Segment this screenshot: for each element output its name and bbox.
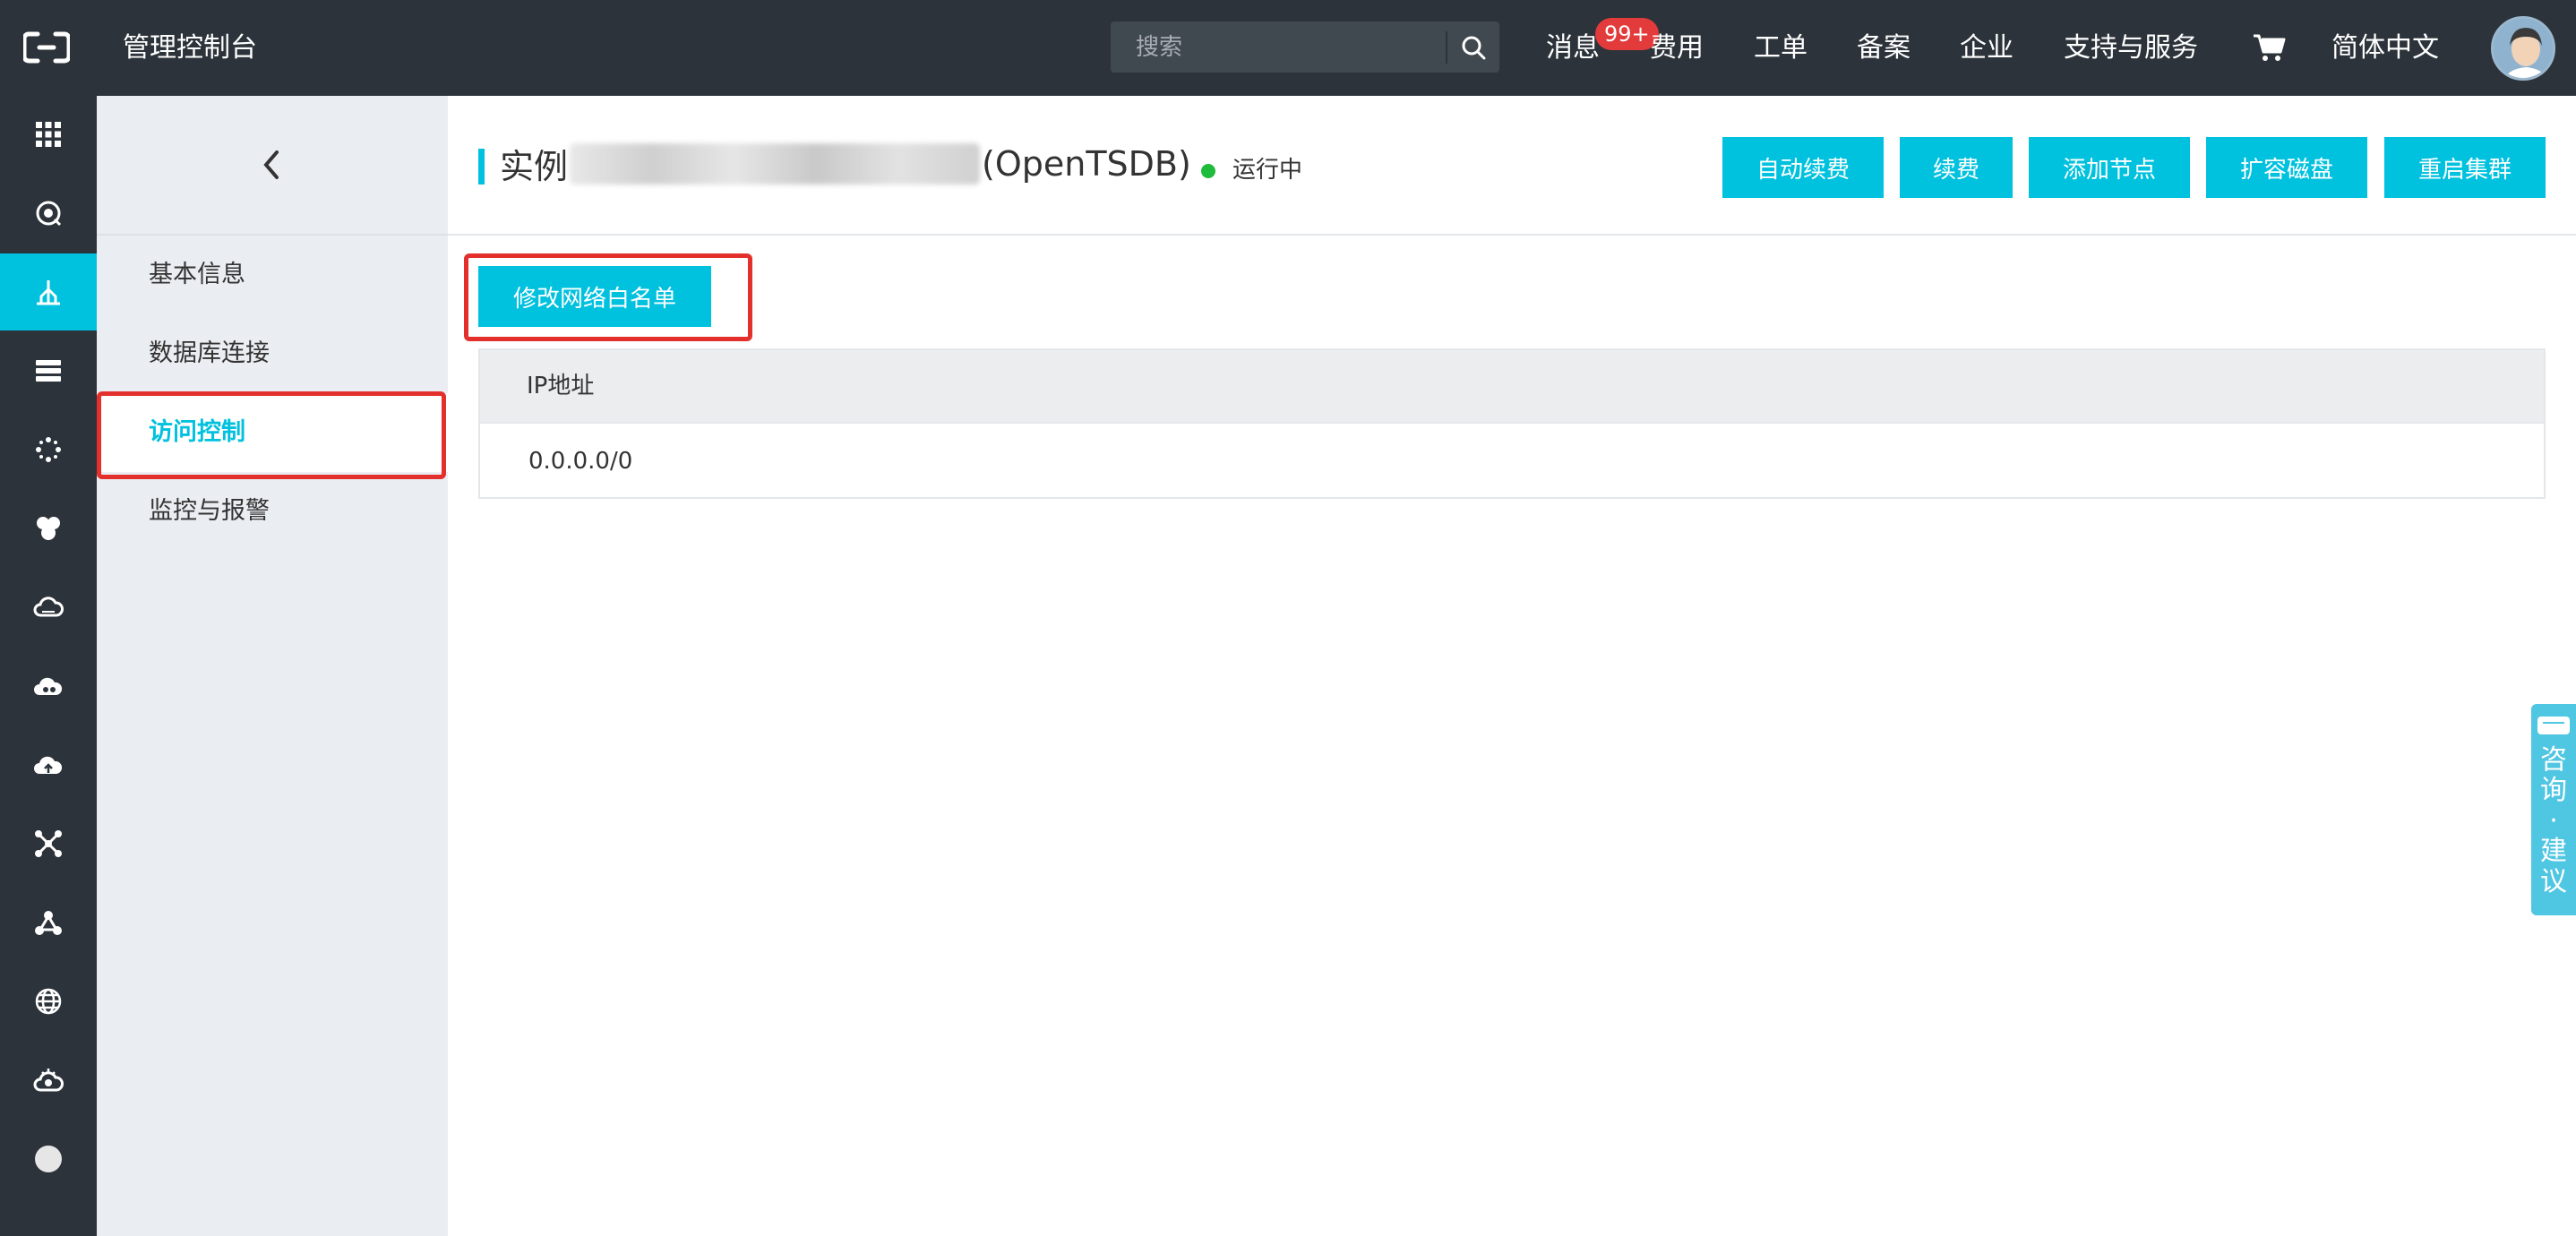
grid-icon [36, 122, 61, 147]
sidebar-item-access-control[interactable]: 访问控制 [97, 393, 448, 472]
sidebar-item-monitoring[interactable]: 监控与报警 [97, 472, 448, 551]
share-icon [35, 911, 62, 935]
message-icon [2537, 717, 2570, 734]
user-avatar-icon [2494, 19, 2553, 78]
rail-item-cluster[interactable] [0, 490, 97, 567]
database-icon [36, 360, 61, 382]
rail-item-dots[interactable] [0, 411, 97, 488]
rail-item-cloud-upload[interactable] [0, 726, 97, 803]
network-icon [35, 830, 62, 857]
nav-messages[interactable]: 消息 [1546, 0, 1600, 96]
rail-item-share[interactable] [0, 884, 97, 961]
main-content: 实例 (OpenTSDB) 运行中 自动续费 续费 添加节点 扩容磁盘 重启集群… [448, 96, 2576, 1236]
table-header-ip: IP地址 [480, 350, 2544, 422]
tsdb-icon [37, 280, 60, 305]
console-title[interactable]: 管理控制台 [123, 0, 257, 96]
title-accent-bar [478, 149, 485, 185]
rail-item-circle[interactable] [0, 1120, 97, 1197]
sidebar-item-basic-info[interactable]: 基本信息 [97, 236, 448, 314]
top-bar: 管理控制台 消息 99+ 费用 工单 备案 企业 支持与服务 简体中文 [0, 0, 2576, 96]
search-button[interactable] [1447, 21, 1499, 73]
rail-item-network[interactable] [0, 805, 97, 882]
table-row: 0.0.0.0/0 [480, 422, 2544, 497]
search-box [1111, 21, 1499, 73]
rail-item-settings-cloud[interactable] [0, 1042, 97, 1119]
status-dot-icon [1201, 164, 1215, 178]
ip-whitelist-table: IP地址 0.0.0.0/0 [478, 348, 2546, 499]
cart-icon[interactable] [2252, 32, 2286, 63]
consult-feedback-tab[interactable]: 咨询·建议 [2531, 704, 2576, 915]
rail-item-tsdb[interactable] [0, 253, 97, 330]
rail-item-products[interactable] [0, 96, 97, 173]
renew-button[interactable]: 续费 [1900, 137, 2013, 198]
search-icon [1462, 36, 1486, 59]
rail-item-globe[interactable] [0, 963, 97, 1040]
consult-label: 咨询·建议 [2540, 744, 2567, 897]
back-button[interactable] [97, 96, 448, 236]
aliyun-logo-icon[interactable] [23, 30, 70, 64]
redacted-instance-name [570, 142, 981, 185]
search-input[interactable] [1111, 21, 1446, 73]
globe-icon [35, 988, 62, 1015]
instance-title-bar: 实例 (OpenTSDB) 运行中 自动续费 续费 添加节点 扩容磁盘 重启集群 [448, 96, 2576, 236]
cloud-icon [33, 597, 64, 617]
rail-item-cloud-group[interactable] [0, 648, 97, 725]
title-suffix: (OpenTSDB) [982, 143, 1191, 184]
sidebar-item-db-connection[interactable]: 数据库连接 [97, 314, 448, 393]
expand-disk-button[interactable]: 扩容磁盘 [2206, 137, 2367, 198]
cloud-upload-icon [34, 756, 63, 774]
add-node-button[interactable]: 添加节点 [2029, 137, 2190, 198]
rail-item-search-monitor[interactable] [0, 175, 97, 252]
product-icon-rail [0, 96, 97, 1236]
nav-enterprise[interactable]: 企业 [1960, 0, 2014, 96]
rail-item-cloud[interactable] [0, 569, 97, 646]
auto-renew-button[interactable]: 自动续费 [1722, 137, 1884, 198]
nav-support[interactable]: 支持与服务 [2064, 0, 2198, 96]
instance-sidebar: 基本信息 数据库连接 访问控制 监控与报警 [97, 96, 448, 1236]
circle-icon [35, 1146, 62, 1172]
cluster-icon [37, 517, 60, 540]
dots-icon [36, 437, 61, 462]
title-prefix: 实例 [500, 147, 569, 186]
nav-language[interactable]: 简体中文 [2331, 0, 2439, 96]
restart-cluster-button[interactable]: 重启集群 [2384, 137, 2546, 198]
page-title: 实例 (OpenTSDB) [500, 139, 1191, 188]
avatar[interactable] [2491, 16, 2555, 81]
settings-cloud-icon [33, 1069, 64, 1092]
modify-whitelist-button[interactable]: 修改网络白名单 [478, 266, 711, 327]
cloud-group-icon [34, 677, 63, 695]
status-badge: 运行中 [1232, 157, 1303, 184]
nav-icp[interactable]: 备案 [1857, 0, 1911, 96]
rail-item-database[interactable] [0, 332, 97, 409]
nav-tickets[interactable]: 工单 [1754, 0, 1807, 96]
chevron-left-icon [263, 150, 279, 179]
search-monitor-icon [36, 201, 62, 227]
nav-billing[interactable]: 费用 [1650, 0, 1704, 96]
